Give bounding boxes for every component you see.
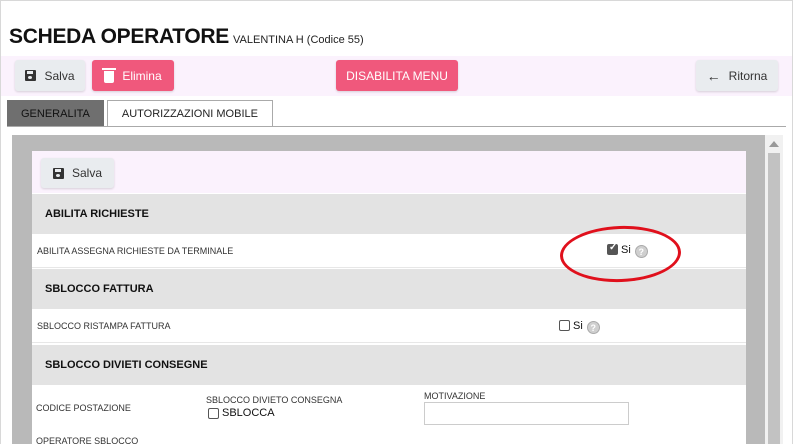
row-label: ABILITA ASSEGNA RICHIESTE DA TERMINALE [37, 245, 234, 256]
tab-bar: GENERALITA AUTORIZZAZIONI MOBILE [7, 100, 273, 127]
trash-icon [102, 67, 117, 83]
vertical-scrollbar[interactable] [765, 135, 783, 444]
row-label: SBLOCCO RISTAMPA FATTURA [37, 320, 171, 331]
form-save-button[interactable]: Salva [41, 158, 114, 188]
save-button[interactable]: Salva [15, 60, 85, 91]
tab-divider [7, 126, 786, 127]
abilita-assegna-checkbox[interactable] [607, 242, 618, 255]
section-sblocco-fattura: SBLOCCO FATTURA [32, 269, 746, 309]
save-icon [52, 167, 64, 179]
checkbox-label: Si [573, 319, 583, 332]
delete-button[interactable]: Elimina [92, 60, 174, 91]
arrow-left-icon: ← [706, 67, 721, 84]
sblocco-ristampa-checkbox-group[interactable]: Si ? [559, 317, 600, 334]
section-sblocco-divieti: SBLOCCO DIVIETI CONSEGNE [32, 345, 746, 385]
sblocco-divieto-label: SBLOCCO DIVIETO CONSEGNA [206, 395, 343, 405]
codice-postazione-label: CODICE POSTAZIONE [36, 403, 131, 413]
operator-page: SCHEDA OPERATORE VALENTINA H (Codice 55)… [0, 0, 793, 444]
abilita-assegna-checkbox-group[interactable]: Si ? [607, 241, 648, 258]
tab-autorizzazioni-mobile[interactable]: AUTORIZZAZIONI MOBILE [106, 100, 273, 127]
operatore-sblocco-label: OPERATORE SBLOCCO [36, 436, 139, 444]
delete-button-label: Elimina [122, 68, 162, 83]
form-panel: Salva ABILITA RICHIESTE ABILITA ASSEGNA … [32, 151, 746, 444]
page-subtitle: VALENTINA H (Codice 55) [233, 34, 364, 46]
disable-menu-label: DISABILITA MENU [346, 68, 448, 83]
disable-menu-button[interactable]: DISABILITA MENU [336, 60, 458, 91]
scroll-up-arrow-icon[interactable] [769, 141, 779, 147]
form-save-label: Salva [71, 166, 103, 180]
help-icon[interactable]: ? [586, 321, 600, 334]
sblocca-checkbox-group[interactable]: SBLOCCA [208, 407, 275, 419]
motivazione-label: MOTIVAZIONE [424, 391, 486, 401]
tab-generalita[interactable]: GENERALITA [7, 100, 104, 127]
checkbox-label: Si [621, 243, 631, 256]
page-title: SCHEDA OPERATORE [9, 25, 230, 48]
main-toolbar: Salva Elimina DISABILITA MENU ← Ritorna [1, 56, 792, 96]
sblocca-checkbox[interactable] [208, 407, 219, 419]
row-sblocco-ristampa: SBLOCCO RISTAMPA FATTURA [32, 309, 746, 343]
save-button-label: Salva [44, 68, 75, 83]
form-toolbar: Salva [32, 151, 746, 193]
back-button-label: Ritorna [728, 68, 768, 83]
scrollbar-thumb[interactable] [768, 153, 780, 444]
sblocco-ristampa-checkbox[interactable] [559, 320, 570, 331]
motivazione-input[interactable] [424, 402, 629, 425]
sblocca-label: SBLOCCA [222, 407, 275, 419]
back-button[interactable]: ← Ritorna [696, 60, 778, 91]
help-icon[interactable]: ? [634, 245, 648, 258]
section-abilita-richieste: ABILITA RICHIESTE [32, 194, 746, 234]
page-header: SCHEDA OPERATORE VALENTINA H (Codice 55) [9, 25, 364, 49]
save-icon [25, 70, 37, 81]
